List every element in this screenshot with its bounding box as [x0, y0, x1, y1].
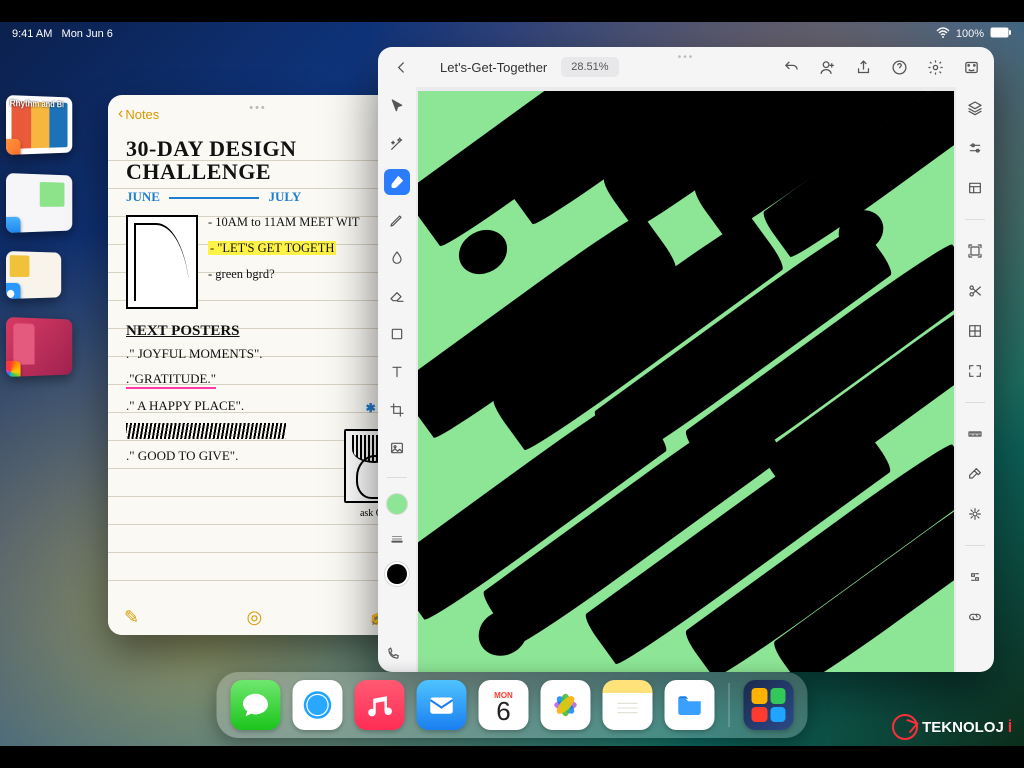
- dock-app-photos[interactable]: [541, 680, 591, 730]
- dock: MON 6: [217, 672, 808, 738]
- status-date: Mon Jun 6: [62, 28, 113, 40]
- link-icon[interactable]: [962, 604, 988, 630]
- dock-separator: [729, 683, 730, 727]
- properties-icon[interactable]: [962, 501, 988, 527]
- dock-app-music[interactable]: [355, 680, 405, 730]
- brush-tool-icon[interactable]: [384, 169, 410, 195]
- back-chevron-icon[interactable]: ‹: [118, 105, 123, 123]
- watermark: TEKNOLOJİ: [892, 714, 1012, 740]
- notes-toolbar: ✎ ◎ ✍: [108, 599, 408, 635]
- photos-icon: [6, 361, 21, 377]
- note-month-row: JUNE JULY: [126, 189, 396, 205]
- notes-body[interactable]: 30-DAY DESIGN CHALLENGE JUNE JULY - 10AM…: [108, 133, 408, 599]
- notes-titlebar: ••• ‹ Notes: [108, 95, 408, 133]
- divider-line-icon: [169, 197, 259, 199]
- text-tool-icon[interactable]: [384, 359, 410, 385]
- note-sketch-box: [126, 215, 198, 309]
- left-toolbar: [378, 87, 416, 672]
- sliders-icon[interactable]: [962, 135, 988, 161]
- undo-icon[interactable]: [776, 52, 806, 82]
- battery-pct: 100%: [956, 28, 984, 40]
- dock-app-messages[interactable]: [231, 680, 281, 730]
- crop-tool-icon[interactable]: [384, 397, 410, 423]
- safari-icon: [6, 283, 21, 299]
- camera-icon[interactable]: ◎: [246, 607, 262, 628]
- stage-thumb-caption: Rhythm and Bl: [10, 99, 64, 109]
- grid-icon[interactable]: [962, 318, 988, 344]
- fullscreen-icon[interactable]: [962, 358, 988, 384]
- color-swatch-a[interactable]: [387, 494, 407, 514]
- back-chevron-icon[interactable]: [386, 52, 416, 82]
- zoom-level[interactable]: 28.51%: [561, 57, 618, 77]
- phone-handle-icon[interactable]: [386, 647, 400, 666]
- battery-icon: [990, 27, 1012, 41]
- scissors-icon[interactable]: [962, 278, 988, 304]
- dock-app-notes[interactable]: [603, 680, 653, 730]
- note-bullets: - 10AM to 11AM MEET WIT - "LET'S GET TOG…: [208, 215, 396, 309]
- canvas-area[interactable]: [416, 87, 956, 672]
- wand-tool-icon[interactable]: [384, 131, 410, 157]
- shape-tool-icon[interactable]: [384, 321, 410, 347]
- pointer-tool-icon[interactable]: [384, 93, 410, 119]
- eraser-tool-icon[interactable]: [384, 283, 410, 309]
- stage-item-mail[interactable]: [6, 173, 72, 233]
- note-title: 30-DAY DESIGN CHALLENGE: [126, 137, 396, 183]
- note-section-label: NEXT POSTERS: [126, 323, 396, 340]
- mail-icon: [6, 217, 21, 233]
- dock-app-files[interactable]: [665, 680, 715, 730]
- stage-item-safari[interactable]: [6, 251, 61, 299]
- dock-app-mail[interactable]: [417, 680, 467, 730]
- view-icon[interactable]: [956, 52, 986, 82]
- settings-gear-icon[interactable]: [920, 52, 950, 82]
- window-handle-icon[interactable]: •••: [678, 52, 695, 63]
- layers-icon[interactable]: [962, 95, 988, 121]
- panels-icon[interactable]: [962, 175, 988, 201]
- dock-app-safari[interactable]: [293, 680, 343, 730]
- smudge-tool-icon[interactable]: [384, 245, 410, 271]
- drawing-titlebar: ••• Let's-Get-Together 28.51%: [378, 47, 994, 87]
- wifi-icon: [936, 27, 950, 41]
- window-handle-icon[interactable]: •••: [249, 102, 267, 114]
- document-title: Let's-Get-Together: [440, 60, 547, 75]
- notes-window[interactable]: ••• ‹ Notes 30-DAY DESIGN CHALLENGE JUNE…: [108, 95, 408, 635]
- right-toolbar: [956, 87, 994, 672]
- stage-item-photos[interactable]: [6, 317, 72, 377]
- watermark-logo-icon: [892, 714, 918, 740]
- ruler-icon[interactable]: [962, 421, 988, 447]
- scribble-icon: [126, 423, 286, 439]
- status-left: 9:41 AM Mon Jun 6: [12, 28, 113, 40]
- transform-icon[interactable]: [962, 238, 988, 264]
- notes-back-label[interactable]: Notes: [125, 107, 159, 122]
- share-icon[interactable]: [848, 52, 878, 82]
- dock-app-recent[interactable]: [744, 680, 794, 730]
- artwork-canvas[interactable]: [418, 91, 954, 672]
- books-icon: [6, 139, 21, 155]
- effects-icon[interactable]: [962, 564, 988, 590]
- stage-item-books[interactable]: Rhythm and Bl: [6, 95, 72, 155]
- user-add-icon[interactable]: [812, 52, 842, 82]
- color-swatch-b[interactable]: [387, 564, 407, 584]
- calendar-day: 6: [496, 700, 510, 723]
- status-time: 9:41 AM: [12, 28, 52, 40]
- status-right: 100%: [936, 27, 1012, 41]
- eyedropper-icon[interactable]: [962, 461, 988, 487]
- stage-manager-strip: Rhythm and Bl: [6, 95, 96, 377]
- handwriting-icon[interactable]: ✎: [124, 607, 139, 628]
- dock-app-calendar[interactable]: MON 6: [479, 680, 529, 730]
- image-tool-icon[interactable]: [384, 435, 410, 461]
- help-icon[interactable]: [884, 52, 914, 82]
- stroke-width-icon[interactable]: [384, 526, 410, 552]
- pencil-tool-icon[interactable]: [384, 207, 410, 233]
- status-bar: 9:41 AM Mon Jun 6 100%: [12, 26, 1012, 42]
- drawing-app-window[interactable]: ••• Let's-Get-Together 28.51%: [378, 47, 994, 672]
